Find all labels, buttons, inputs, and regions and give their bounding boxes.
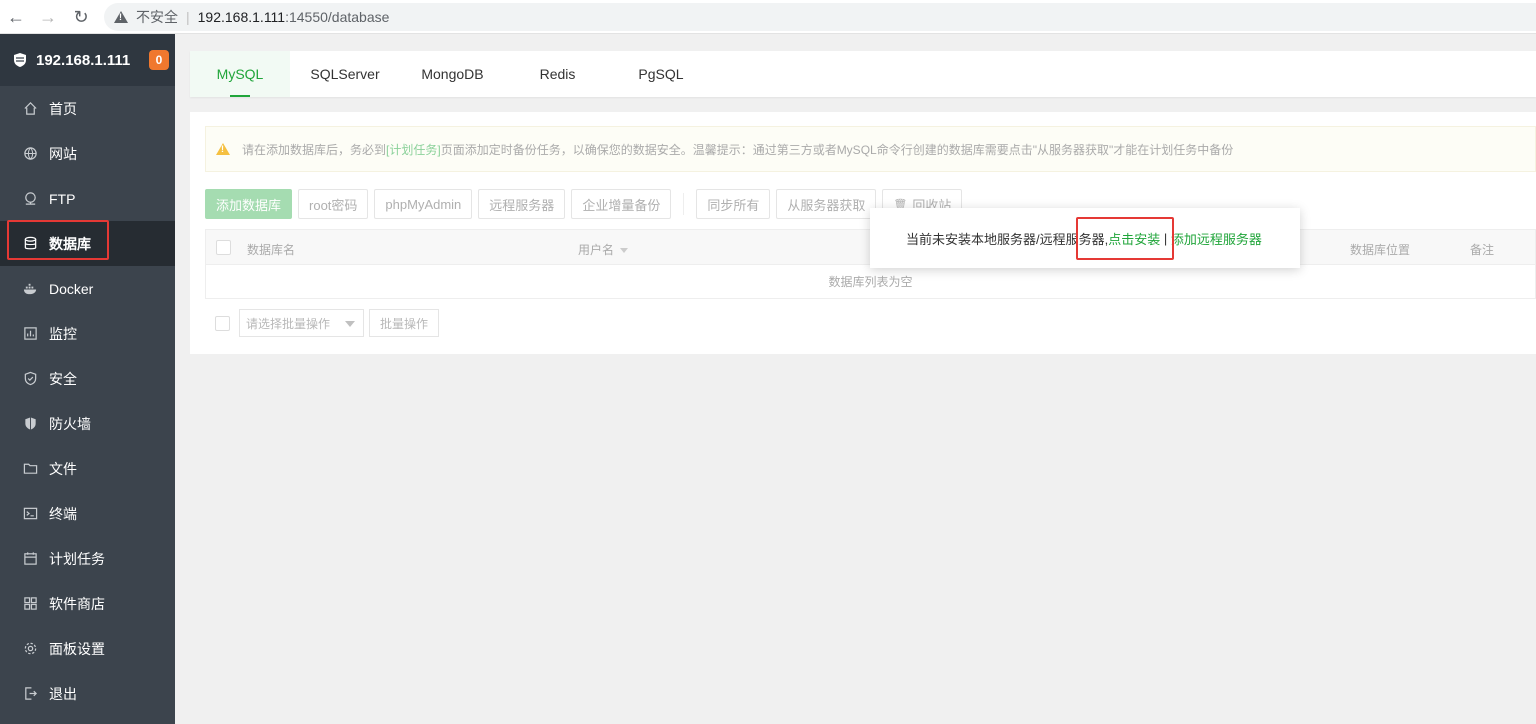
chevron-down-icon: [345, 321, 355, 327]
address-separator: |: [186, 9, 190, 25]
home-icon: [22, 101, 38, 117]
shield-check-icon: [22, 371, 38, 387]
folder-icon: [22, 461, 38, 477]
select-all-checkbox[interactable]: [216, 240, 231, 255]
globe-icon: [22, 146, 38, 162]
forward-icon[interactable]: →: [38, 7, 58, 27]
empty-list-text: 数据库列表为空: [828, 275, 913, 289]
database-toolbar: 添加数据库 root密码 phpMyAdmin 远程服务器 企业增量备份 同步所…: [205, 189, 968, 219]
panel-logo-icon: [14, 53, 26, 67]
address-bar[interactable]: 不安全 | 192.168.1.111:14550/database: [104, 3, 1536, 31]
main-panel: 请在添加数据库后，务必到[计划任务]页面添加定时备份任务，以确保您的数据安全。温…: [190, 112, 1536, 354]
grid-icon: [22, 596, 38, 612]
popup-separator: |: [1160, 230, 1171, 246]
warning-icon: [216, 143, 230, 155]
url-host: 192.168.1.111: [197, 9, 286, 25]
server-not-installed-popup: 当前未安装本地服务器/远程服务器, 点击安装 | 添加远程服务器: [870, 208, 1300, 268]
browser-toolbar: ← → ↻ 不安全 | 192.168.1.111:14550/database: [0, 0, 1536, 34]
batch-operation-bar: 请选择批量操作 批量操作: [215, 309, 440, 337]
ftp-icon: [22, 191, 38, 207]
sidebar-item-label: FTP: [49, 190, 76, 207]
sidebar-item-terminal[interactable]: 终端: [0, 491, 175, 536]
root-password-button[interactable]: root密码: [298, 189, 369, 219]
insecure-label: 不安全: [136, 9, 178, 25]
enterprise-backup-button[interactable]: 企业增量备份: [571, 189, 672, 219]
sidebar-item-settings[interactable]: 面板设置: [0, 626, 175, 671]
sidebar-header: 192.168.1.111 0: [0, 34, 175, 86]
backup-notice: 请在添加数据库后，务必到[计划任务]页面添加定时备份任务，以确保您的数据安全。温…: [205, 126, 1536, 172]
sidebar-item-database[interactable]: 数据库: [0, 221, 175, 266]
sidebar-item-label: 网站: [49, 145, 77, 162]
table-empty-row: 数据库列表为空: [205, 265, 1536, 299]
reload-icon[interactable]: ↻: [71, 7, 91, 27]
terminal-icon: [22, 506, 38, 522]
column-username-label: 用户名: [578, 243, 615, 257]
tab-mysql[interactable]: MySQL: [190, 51, 290, 97]
batch-operation-select[interactable]: 请选择批量操作: [239, 309, 364, 337]
sidebar-item-label: 终端: [49, 505, 77, 522]
logout-icon: [22, 686, 38, 702]
sidebar-item-label: 首页: [49, 100, 77, 117]
column-db-location[interactable]: 数据库位置: [1350, 241, 1410, 258]
sidebar-item-store[interactable]: 软件商店: [0, 581, 175, 626]
add-remote-server-link[interactable]: 添加远程服务器: [1171, 229, 1262, 248]
sidebar-item-label: 面板设置: [49, 640, 105, 657]
sort-down-icon: [620, 248, 629, 254]
calendar-icon: [22, 551, 38, 567]
server-host: 192.168.1.111: [36, 51, 131, 69]
cron-task-link[interactable]: [计划任务]: [386, 141, 441, 158]
batch-select-checkbox[interactable]: [215, 315, 230, 331]
column-db-name[interactable]: 数据库名: [247, 241, 295, 258]
sidebar-item-firewall[interactable]: 防火墙: [0, 401, 175, 446]
popup-message: 当前未安装本地服务器/远程服务器,: [906, 231, 1109, 247]
database-icon: [22, 236, 38, 252]
batch-select-placeholder: 请选择批量操作: [246, 316, 331, 331]
sidebar-item-home[interactable]: 首页: [0, 86, 175, 131]
back-icon[interactable]: ←: [6, 7, 26, 27]
sidebar-item-label: 软件商店: [49, 595, 105, 612]
column-username[interactable]: 用户名: [578, 241, 629, 258]
toolbar-divider: [683, 193, 685, 215]
firewall-icon: [22, 416, 38, 432]
sidebar-item-label: 监控: [49, 325, 77, 342]
sync-all-button[interactable]: 同步所有: [696, 189, 771, 219]
database-type-tabs: MySQL SQLServer MongoDB Redis PgSQL: [190, 51, 1536, 97]
sidebar-item-files[interactable]: 文件: [0, 446, 175, 491]
fetch-from-server-button[interactable]: 从服务器获取: [776, 189, 877, 219]
monitor-icon: [22, 326, 38, 342]
docker-icon: [22, 281, 38, 297]
install-link[interactable]: 点击安装: [1108, 229, 1160, 248]
warning-icon: [114, 11, 128, 23]
sidebar-item-label: Docker: [49, 280, 94, 297]
sidebar-item-security[interactable]: 安全: [0, 356, 175, 401]
sidebar-item-label: 数据库: [49, 235, 91, 252]
sidebar-item-docker[interactable]: Docker: [0, 266, 175, 311]
tab-redis[interactable]: Redis: [505, 51, 610, 97]
phpmyadmin-button[interactable]: phpMyAdmin: [374, 189, 473, 219]
sidebar-item-monitor[interactable]: 监控: [0, 311, 175, 356]
tab-pgsql[interactable]: PgSQL: [610, 51, 712, 97]
remote-server-button[interactable]: 远程服务器: [478, 189, 566, 219]
sidebar-item-website[interactable]: 网站: [0, 131, 175, 176]
notice-text-after: 页面添加定时备份任务，以确保您的数据安全。温馨提示：通过第三方或者MySQL命令…: [440, 142, 1234, 157]
sidebar-item-logout[interactable]: 退出: [0, 671, 175, 716]
sidebar-item-label: 文件: [49, 460, 77, 477]
sidebar-item-label: 防火墙: [49, 415, 91, 432]
column-remark[interactable]: 备注: [1470, 241, 1494, 258]
sidebar-item-cron[interactable]: 计划任务: [0, 536, 175, 581]
add-database-button[interactable]: 添加数据库: [205, 189, 293, 219]
sidebar-item-label: 退出: [49, 685, 77, 702]
gear-icon: [22, 641, 38, 657]
sidebar-item-label: 安全: [49, 370, 77, 387]
notice-text-before: 请在添加数据库后，务必到: [242, 142, 387, 157]
batch-operation-button[interactable]: 批量操作: [369, 309, 440, 337]
notification-badge[interactable]: 0: [149, 50, 169, 70]
tab-sqlserver[interactable]: SQLServer: [290, 51, 400, 97]
url-path: :14550/database: [285, 9, 390, 25]
sidebar-item-label: 计划任务: [49, 550, 105, 567]
sidebar-item-ftp[interactable]: FTP: [0, 176, 175, 221]
tab-mongodb[interactable]: MongoDB: [400, 51, 505, 97]
sidebar: 192.168.1.111 0 首页 网站 FTP 数据库 Docker 监控 …: [0, 34, 175, 724]
